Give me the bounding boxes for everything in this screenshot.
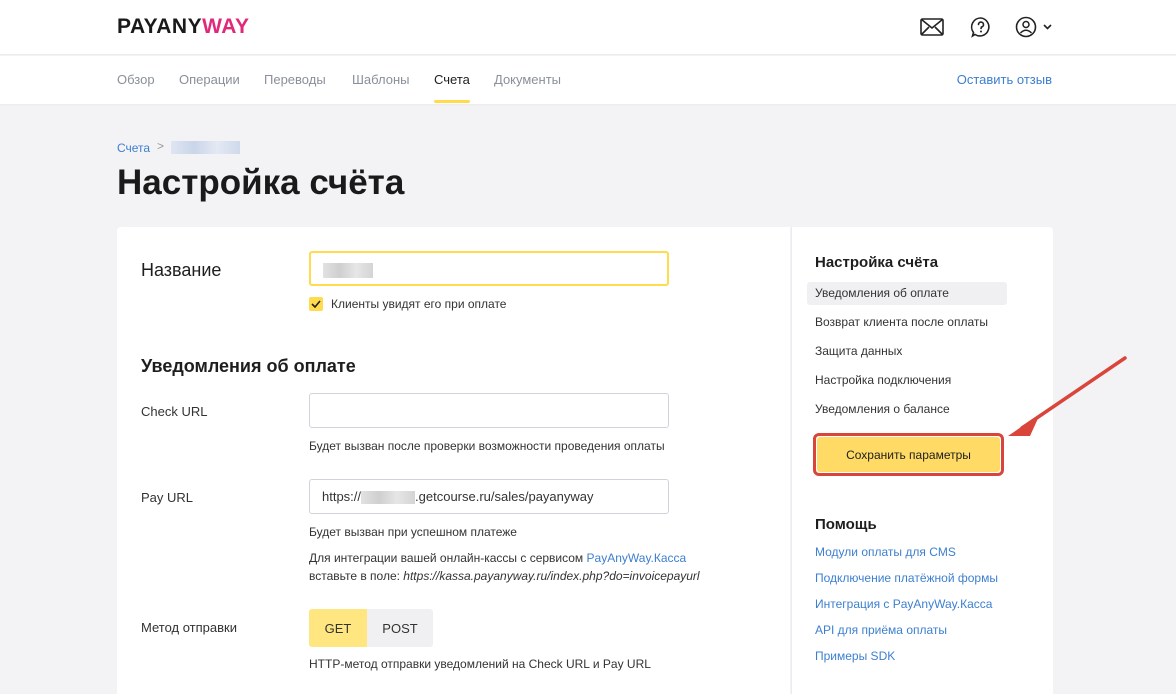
pay-url-label: Pay URL — [141, 490, 194, 505]
name-value-redacted — [323, 263, 373, 279]
nav-documents[interactable]: Документы — [494, 72, 561, 87]
pay-url-prefix: https:// — [322, 489, 362, 504]
sidebar-title: Настройка счёта — [815, 254, 939, 271]
show-name-checkbox[interactable] — [309, 297, 323, 311]
active-tab-indicator — [434, 100, 470, 103]
integration-note: Для интеграции вашей онлайн-кассы с серв… — [309, 551, 687, 565]
show-name-checkbox-label: Клиенты увидят его при оплате — [331, 297, 507, 311]
user-icon — [1015, 16, 1052, 38]
save-button[interactable]: Сохранить параметры — [817, 437, 1000, 472]
check-url-input[interactable] — [309, 393, 669, 428]
name-label: Название — [141, 260, 222, 280]
nav-accounts[interactable]: Счета — [434, 72, 470, 87]
help-link-sdk[interactable]: Примеры SDK — [815, 649, 895, 663]
sidebar-item-connection[interactable]: Настройка подключения — [807, 369, 1007, 392]
insert-url: https://kassa.payanyway.ru/index.php?do=… — [403, 569, 700, 583]
help-link-payment-form[interactable]: Подключение платёжной формы — [815, 571, 998, 585]
sidebar-item-balance-notifications[interactable]: Уведомления о балансе — [807, 398, 1007, 421]
main-nav: Обзор Операции Переводы Шаблоны Счета До… — [0, 56, 1176, 104]
nav-operations[interactable]: Операции — [179, 72, 240, 87]
user-menu[interactable] — [1014, 14, 1056, 40]
top-header: PAYANYWAY — [0, 0, 1176, 55]
chevron-down-icon — [1043, 24, 1052, 30]
sidebar-item-data-protection[interactable]: Защита данных — [807, 340, 1007, 363]
annotation-arrow-icon — [1008, 356, 1127, 436]
breadcrumb-accounts[interactable]: Счета — [117, 141, 150, 155]
kassa-link[interactable]: PayAnyWay.Касса — [587, 551, 687, 565]
logo[interactable]: PAYANYWAY — [117, 15, 250, 39]
feedback-link[interactable]: Оставить отзыв — [957, 72, 1052, 87]
method-post-option[interactable]: POST — [367, 609, 433, 647]
sidebar-item-client-return[interactable]: Возврат клиента после оплаты — [807, 311, 1007, 334]
method-hint: HTTP-метод отправки уведомлений на Check… — [309, 657, 651, 671]
pay-url-redacted — [361, 491, 416, 505]
check-url-hint: Будет вызван после проверки возможности … — [309, 439, 665, 453]
pay-url-suffix: .getcourse.ru/sales/payanyway — [415, 489, 594, 504]
nav-transfers[interactable]: Переводы — [264, 72, 326, 87]
help-icon[interactable] — [968, 14, 994, 40]
nav-overview[interactable]: Обзор — [117, 72, 155, 87]
method-label: Метод отправки — [141, 620, 237, 635]
breadcrumb-current-redacted — [171, 141, 240, 154]
help-link-kassa[interactable]: Интеграция с PayAnyWay.Касса — [815, 597, 992, 611]
check-url-label: Check URL — [141, 404, 208, 419]
help-link-cms[interactable]: Модули оплаты для CMS — [815, 545, 956, 559]
pay-url-input[interactable]: https:// .getcourse.ru/sales/payanyway — [309, 479, 669, 514]
method-get-option[interactable]: GET — [309, 609, 367, 647]
checkmark-icon — [311, 300, 321, 308]
help-title: Помощь — [815, 516, 877, 533]
nav-templates[interactable]: Шаблоны — [352, 72, 410, 87]
insert-note: вставьте в поле: https://kassa.payanyway… — [309, 569, 700, 583]
pay-url-hint: Будет вызван при успешном платеже — [309, 525, 517, 539]
help-link-api[interactable]: API для приёма оплаты — [815, 623, 947, 637]
mail-icon[interactable] — [919, 14, 945, 40]
notifications-section-title: Уведомления об оплате — [141, 356, 356, 376]
breadcrumb-separator: > — [157, 139, 165, 153]
page-title: Настройка счёта — [117, 163, 405, 202]
name-input[interactable] — [309, 251, 669, 286]
sidebar-item-payment-notifications[interactable]: Уведомления об оплате — [807, 282, 1007, 305]
